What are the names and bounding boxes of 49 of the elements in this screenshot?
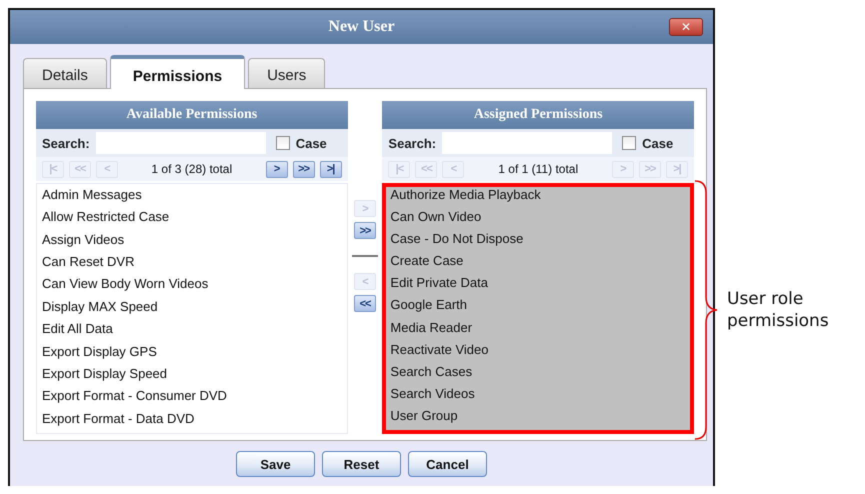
- permission-item[interactable]: Create Case: [386, 253, 690, 276]
- transfer-button[interactable]: <<: [354, 295, 376, 312]
- dialog-button[interactable]: Cancel: [408, 451, 487, 477]
- search-field[interactable]: [96, 132, 266, 154]
- tab[interactable]: Details: [23, 58, 107, 88]
- permission-item[interactable]: Edit All Data: [37, 321, 347, 344]
- case-checkbox[interactable]: [622, 136, 636, 150]
- permission-item[interactable]: Export Display GPS: [37, 344, 347, 366]
- search-label: Search:: [42, 136, 90, 150]
- case-label: Case: [642, 136, 674, 150]
- permission-item[interactable]: Edit Private Data: [386, 275, 690, 298]
- pager-button[interactable]: >|: [320, 160, 342, 178]
- permission-item[interactable]: Export Format - Data DVD: [37, 410, 347, 433]
- window-title: New User: [328, 18, 395, 36]
- permission-item[interactable]: Can Reset DVR: [37, 254, 347, 276]
- dialog-button[interactable]: Save: [236, 451, 315, 477]
- permission-item[interactable]: Display MAX Speed: [37, 298, 347, 322]
- permission-item[interactable]: Authorize Media Playback: [386, 187, 690, 210]
- permission-item[interactable]: Can Own Video: [386, 209, 690, 232]
- case-label: Case: [296, 136, 327, 150]
- search-field[interactable]: [442, 132, 612, 154]
- dialog-button[interactable]: Reset: [322, 451, 401, 477]
- permission-item[interactable]: Media Reader: [386, 320, 690, 342]
- permission-item[interactable]: Allow Restricted Case: [37, 209, 347, 232]
- panel-header: Available Permissions: [36, 101, 348, 129]
- tab[interactable]: Permissions: [110, 55, 246, 89]
- transfer-button[interactable]: >>: [354, 222, 376, 239]
- permission-item[interactable]: User Group: [386, 408, 690, 430]
- panel-header: Assigned Permissions: [382, 101, 694, 129]
- permission-item[interactable]: Can View Body Worn Videos: [37, 276, 347, 299]
- permission-item[interactable]: Google Earth: [386, 297, 690, 320]
- close-button[interactable]: ✕: [669, 18, 703, 36]
- permission-item[interactable]: Assign Videos: [37, 232, 347, 254]
- callout-text: User role permissions: [727, 288, 830, 332]
- permission-item[interactable]: Case - Do Not Dispose: [386, 231, 690, 254]
- permission-item[interactable]: Search Cases: [386, 364, 690, 386]
- permission-item[interactable]: Export Display Speed: [37, 366, 347, 388]
- permission-item[interactable]: Reactivate Video: [386, 342, 690, 364]
- page-status: 1 of 1 (11) total: [497, 162, 580, 176]
- curly-brace-icon: [693, 179, 719, 441]
- pager-button[interactable]: >: [266, 160, 288, 178]
- pager-button[interactable]: >>: [292, 160, 315, 178]
- case-checkbox[interactable]: [276, 136, 290, 150]
- search-label: Search:: [388, 136, 436, 150]
- permission-item[interactable]: Search Videos: [386, 386, 690, 408]
- page-status: 1 of 3 (28) total: [150, 162, 234, 176]
- permission-item[interactable]: Admin Messages: [37, 187, 347, 210]
- permission-item[interactable]: Export Format - Consumer DVD: [37, 388, 347, 411]
- tab[interactable]: Users: [248, 58, 326, 88]
